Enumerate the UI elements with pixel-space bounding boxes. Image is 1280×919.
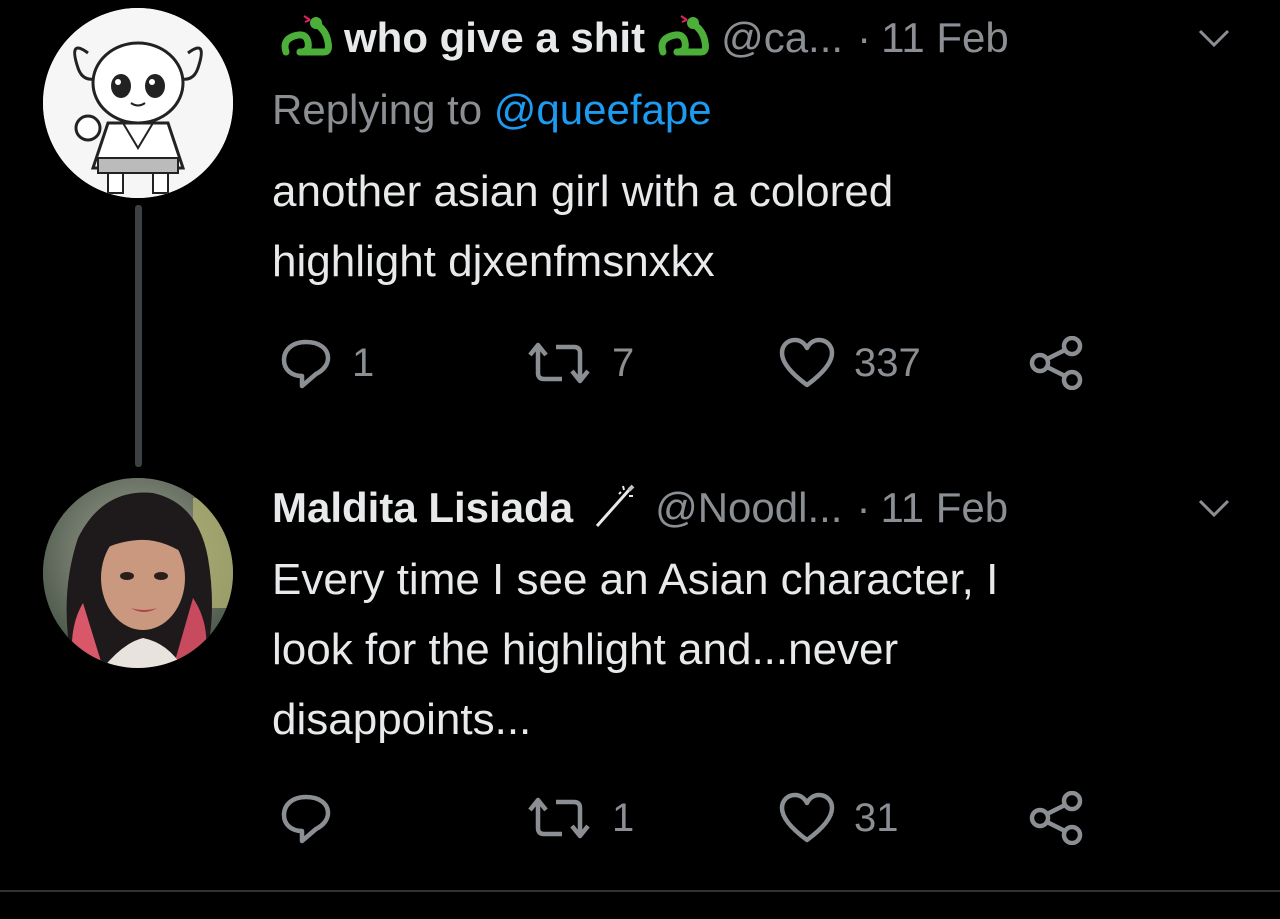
snake-icon (655, 12, 711, 65)
heart-icon (779, 792, 835, 843)
retweet-icon (528, 342, 590, 384)
like-button[interactable]: 31 (778, 788, 899, 848)
user-handle[interactable]: @Noodl... (655, 484, 842, 532)
chevron-down-icon[interactable] (1196, 26, 1232, 50)
tweet-date[interactable]: 11 Feb (880, 484, 1008, 532)
replying-label: Replying to (272, 86, 483, 133)
heart-icon (779, 337, 835, 388)
share-icon (1029, 791, 1083, 845)
text-line: another asian girl with a colored (272, 167, 894, 216)
action-bar: 1 7 337 (272, 333, 1112, 393)
tweet-2[interactable]: Maldita Lisiada @Noodl... · 11 Feb Every… (0, 470, 1280, 890)
text-line: highlight djxenfmsnxkx (272, 237, 715, 286)
user-handle[interactable]: @ca... (721, 14, 843, 62)
share-button[interactable] (1028, 788, 1084, 848)
retweet-count: 1 (612, 795, 635, 840)
reply-button[interactable] (278, 788, 352, 848)
retweet-icon (528, 797, 590, 839)
retweet-button[interactable]: 1 (524, 788, 634, 848)
reply-count: 1 (352, 340, 375, 385)
like-button[interactable]: 337 (778, 333, 921, 393)
display-name[interactable]: Maldita Lisiada (272, 484, 573, 532)
retweet-button[interactable]: 7 (524, 333, 634, 393)
action-bar: 1 31 (272, 788, 1112, 848)
profile-photo-icon (43, 478, 233, 668)
wand-icon (593, 482, 637, 535)
text-line: look for the highlight and...never (272, 625, 899, 674)
chevron-down-icon[interactable] (1196, 496, 1232, 520)
tweet-header: who give a shit @ca... · 11 Feb (272, 8, 1009, 68)
replying-to: Replying to @queefape (272, 86, 712, 134)
retweet-count: 7 (612, 340, 635, 385)
share-icon (1029, 336, 1083, 390)
snake-icon (278, 12, 334, 65)
cartoon-avatar-icon (43, 8, 233, 198)
text-line: disappoints... (272, 695, 532, 744)
tweet-1[interactable]: who give a shit @ca... · 11 Feb Replying… (0, 0, 1280, 470)
tweet-header: Maldita Lisiada @Noodl... · 11 Feb (272, 478, 1008, 538)
display-name[interactable]: who give a shit (344, 14, 645, 62)
reply-icon (281, 339, 331, 389)
tweet-text: another asian girl with a colored highli… (272, 157, 1172, 297)
separator-dot: · (856, 484, 871, 531)
avatar[interactable] (43, 8, 233, 198)
like-count: 337 (854, 340, 921, 385)
reply-icon (281, 794, 331, 844)
divider (0, 890, 1280, 892)
tweet-text: Every time I see an Asian character, I l… (272, 545, 1172, 755)
like-count: 31 (854, 795, 899, 840)
mention-link[interactable]: @queefape (494, 86, 712, 133)
share-button[interactable] (1028, 333, 1084, 393)
separator-dot: · (857, 14, 872, 61)
reply-button[interactable]: 1 (278, 333, 374, 393)
tweet-date[interactable]: 11 Feb (881, 14, 1009, 62)
avatar[interactable] (43, 478, 233, 668)
text-line: Every time I see an Asian character, I (272, 555, 999, 604)
thread-line (135, 205, 142, 467)
